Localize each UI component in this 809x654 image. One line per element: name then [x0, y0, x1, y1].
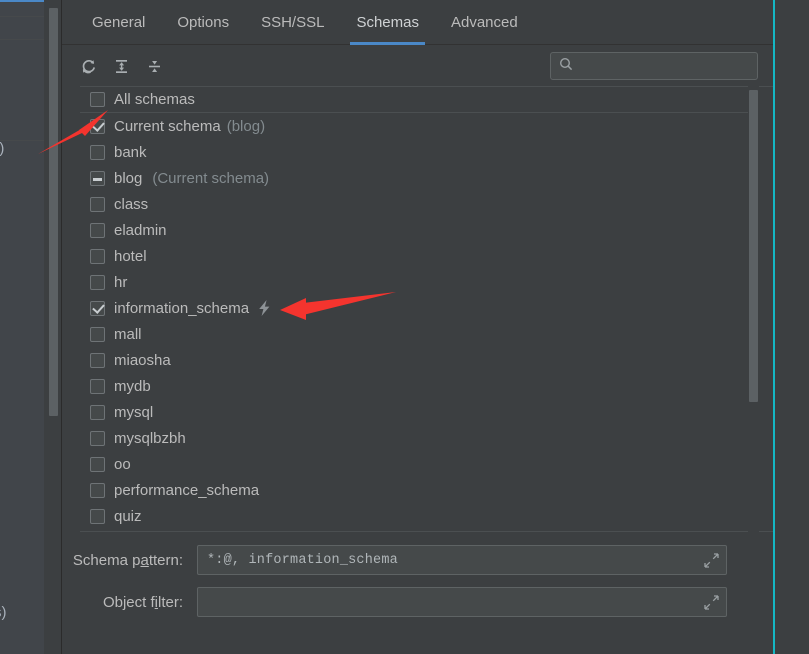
schema-row-all-schemas[interactable]: All schemas: [80, 87, 756, 113]
schema-list[interactable]: All schemas Current schema (blog) bank blog (…: [80, 86, 774, 532]
schema-row-note: (Current schema): [152, 169, 270, 187]
expand-all-icon[interactable]: [107, 52, 135, 80]
background-text-fragment-top: l): [0, 140, 4, 157]
background-text-fragment-bottom: s): [0, 604, 7, 621]
schema-row-label: mydb: [114, 377, 151, 395]
filter-fields: Schema pattern: Object filter:: [62, 545, 774, 629]
background-left-panel: l) s): [0, 0, 62, 654]
tab-schemas[interactable]: Schemas: [340, 0, 435, 45]
schema-row-label: All schemas: [114, 91, 195, 108]
collapse-all-icon[interactable]: [140, 52, 168, 80]
background-right-panel: llations ers 6: [776, 0, 809, 654]
schema-pattern-row: Schema pattern:: [62, 545, 774, 575]
tab-general[interactable]: General: [76, 0, 161, 45]
object-filter-row: Object filter:: [62, 587, 774, 617]
schema-checkbox-mall[interactable]: [90, 326, 105, 342]
schema-checkbox-bank[interactable]: [90, 144, 105, 160]
schema-row-mydb[interactable]: mydb: [80, 373, 756, 399]
schema-row-mall[interactable]: mall: [80, 321, 756, 347]
schema-checkbox-eladmin[interactable]: [90, 222, 105, 238]
schema-row-performance-schema[interactable]: performance_schema: [80, 477, 756, 503]
schema-row-label: information_schema: [114, 299, 250, 317]
schema-checkbox-performance-schema[interactable]: [90, 482, 105, 498]
expand-editor-icon[interactable]: [704, 595, 719, 610]
schema-checkbox-hr[interactable]: [90, 274, 105, 290]
lightning-bolt-icon: [257, 300, 272, 316]
object-filter-field[interactable]: [197, 587, 727, 617]
schema-pattern-label-mnemonic: a: [140, 551, 149, 569]
search-input[interactable]: [573, 58, 757, 74]
schema-row-label: quiz: [114, 507, 142, 525]
search-box[interactable]: [550, 52, 758, 80]
schema-checkbox-quiz[interactable]: [90, 508, 105, 524]
refresh-icon[interactable]: [74, 52, 102, 80]
schema-row-label: performance_schema: [114, 481, 260, 499]
schema-list-scrollbar-thumb[interactable]: [749, 90, 758, 402]
schema-checkbox-current-schema[interactable]: [90, 118, 105, 134]
schema-row-label: mysql: [114, 403, 154, 421]
schema-row-blog[interactable]: blog (Current schema): [80, 165, 756, 191]
schema-pattern-field[interactable]: [197, 545, 727, 575]
schema-row-label: oo: [114, 455, 131, 473]
background-scrollbar-thumb[interactable]: [49, 8, 58, 416]
schema-row-bank[interactable]: bank: [80, 139, 756, 165]
dialog-right-accent-edge: [773, 0, 775, 654]
schemas-toolbar: [62, 45, 774, 87]
schema-row-oo[interactable]: oo: [80, 451, 756, 477]
background-divider: [0, 39, 44, 40]
schema-row-label: hr: [114, 273, 128, 291]
schema-checkbox-mydb[interactable]: [90, 378, 105, 394]
expand-editor-icon[interactable]: [704, 553, 719, 568]
tab-options[interactable]: Options: [161, 0, 245, 45]
tab-advanced[interactable]: Advanced: [435, 0, 534, 45]
schema-row-hr[interactable]: hr: [80, 269, 756, 295]
schema-row-label: class: [114, 195, 149, 213]
schemas-dialog: General Options SSH/SSL Schemas Advanced: [62, 0, 774, 654]
schema-row-quiz[interactable]: quiz: [80, 503, 756, 529]
background-left-strip: [0, 0, 44, 654]
schema-row-eladmin[interactable]: eladmin: [80, 217, 756, 243]
schema-pattern-label-post: ttern:: [148, 551, 183, 569]
schema-row-label: bank: [114, 143, 147, 161]
schema-row-hotel[interactable]: hotel: [80, 243, 756, 269]
schema-row-label: Current schema: [114, 117, 221, 135]
dialog-tabbar: General Options SSH/SSL Schemas Advanced: [62, 0, 774, 45]
schema-row-note: (blog): [226, 117, 266, 135]
schema-checkbox-all-schemas[interactable]: [90, 92, 105, 107]
background-divider: [0, 140, 44, 141]
schema-pattern-label-pre: Schema p: [72, 551, 141, 569]
object-filter-label: Object filter:: [62, 594, 197, 611]
schema-row-current-schema[interactable]: Current schema (blog): [80, 113, 756, 139]
object-filter-label-pre: Object f: [102, 593, 155, 611]
schema-row-label: hotel: [114, 247, 147, 265]
schema-checkbox-information-schema[interactable]: [90, 300, 105, 316]
schema-row-label: eladmin: [114, 221, 167, 239]
object-filter-label-post: lter:: [157, 593, 183, 611]
schema-row-class[interactable]: class: [80, 191, 756, 217]
background-top-accent: [0, 0, 44, 2]
background-divider: [0, 16, 44, 17]
schema-list-inner: All schemas Current schema (blog) bank blog (…: [80, 87, 756, 529]
schema-checkbox-blog[interactable]: [90, 170, 105, 186]
schema-row-label: blog: [114, 169, 143, 187]
schema-checkbox-mysql[interactable]: [90, 404, 105, 420]
schema-row-mysql[interactable]: mysql: [80, 399, 756, 425]
schema-checkbox-class[interactable]: [90, 196, 105, 212]
schema-pattern-input[interactable]: [207, 552, 700, 568]
schema-row-mysqlbzbh[interactable]: mysqlbzbh: [80, 425, 756, 451]
tab-ssh-ssl[interactable]: SSH/SSL: [245, 0, 340, 45]
schema-checkbox-mysqlbzbh[interactable]: [90, 430, 105, 446]
schema-row-label: mall: [114, 325, 142, 343]
schema-checkbox-oo[interactable]: [90, 456, 105, 472]
schema-checkbox-hotel[interactable]: [90, 248, 105, 264]
schema-row-information-schema[interactable]: information_schema: [80, 295, 756, 321]
screen-root: l) s) llations ers 6 General Options SSH…: [0, 0, 809, 654]
schema-row-label: miaosha: [114, 351, 171, 369]
schema-checkbox-miaosha[interactable]: [90, 352, 105, 368]
schema-row-label: mysqlbzbh: [114, 429, 186, 447]
object-filter-input[interactable]: [207, 594, 700, 610]
schema-pattern-label: Schema pattern:: [62, 552, 197, 569]
search-icon: [559, 57, 573, 76]
schema-row-miaosha[interactable]: miaosha: [80, 347, 756, 373]
